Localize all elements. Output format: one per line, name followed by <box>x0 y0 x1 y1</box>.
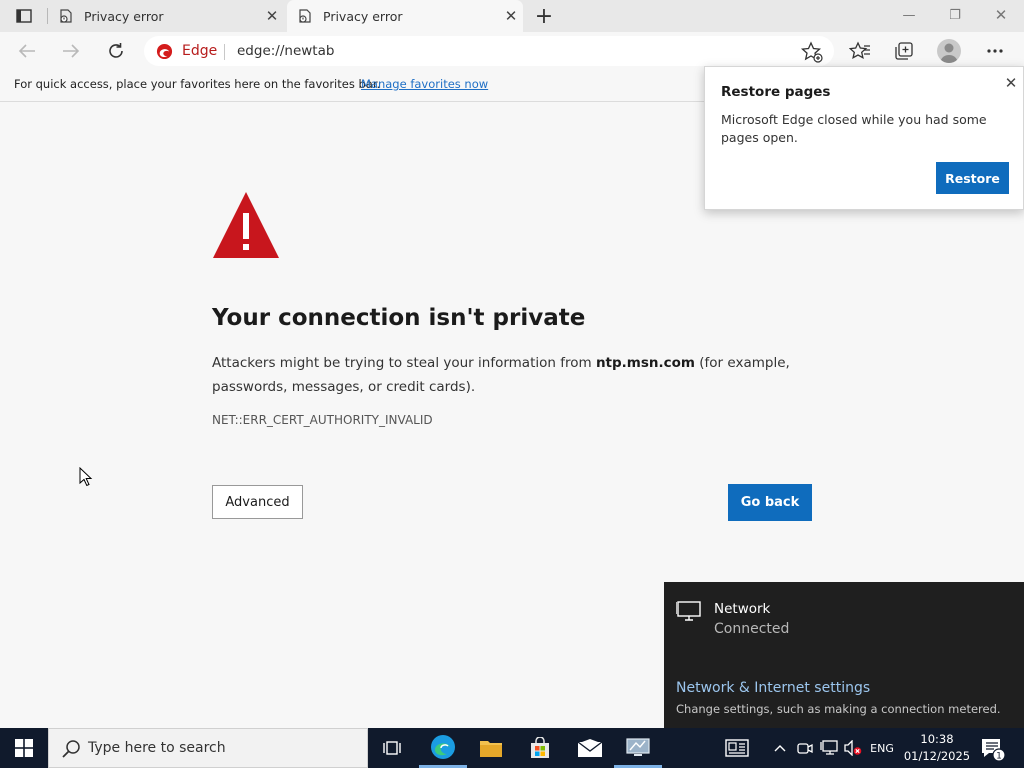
microsoft-store-icon[interactable] <box>516 728 564 768</box>
network-wired-icon <box>676 601 701 621</box>
tab-privacy-error-1[interactable]: Privacy error ✕ <box>48 0 284 32</box>
tab-title: Privacy error <box>84 8 164 24</box>
broken-lock-icon <box>299 9 311 23</box>
file-explorer-icon[interactable] <box>467 728 515 768</box>
more-options-icon[interactable] <box>982 38 1008 64</box>
clock-time: 10:38 <box>920 732 954 746</box>
go-back-button[interactable]: Go back <box>728 484 812 521</box>
popup-close-icon[interactable]: ✕ <box>1001 73 1021 93</box>
broken-lock-icon <box>60 9 72 23</box>
address-separator <box>224 44 225 60</box>
tab-close-icon[interactable]: ✕ <box>499 4 523 28</box>
network-name[interactable]: Network <box>714 601 770 617</box>
collections-icon[interactable] <box>891 38 917 64</box>
restore-popup-message: Microsoft Edge closed while you had some… <box>721 112 987 145</box>
meet-now-icon[interactable] <box>795 728 815 768</box>
remote-desktop-icon[interactable] <box>614 728 662 768</box>
forward-arrow-icon[interactable] <box>56 36 86 66</box>
network-flyout: Network Connected Network & Internet set… <box>664 582 1024 728</box>
news-widget-icon[interactable] <box>720 728 754 768</box>
edge-logo-icon <box>156 43 173 60</box>
tab-privacy-error-2[interactable]: Privacy error ✕ <box>287 0 523 32</box>
add-favorite-icon[interactable] <box>800 40 824 64</box>
restore-pages-popup: Restore pages ✕ Microsoft Edge closed wh… <box>704 66 1024 210</box>
restore-window-icon[interactable]: ❐ <box>932 0 978 30</box>
refresh-icon[interactable] <box>101 36 131 66</box>
error-desc-text: Attackers might be trying to steal your … <box>212 355 596 371</box>
error-code: NET::ERR_CERT_AUTHORITY_INVALID <box>212 413 433 427</box>
address-bar[interactable]: Edge edge://newtab <box>144 36 834 66</box>
network-status: Connected <box>714 621 790 637</box>
language-indicator[interactable]: ENG <box>868 728 896 768</box>
edge-taskbar-icon[interactable] <box>419 728 467 768</box>
restore-popup-title: Restore pages <box>721 84 831 100</box>
restore-button[interactable]: Restore <box>936 162 1009 194</box>
notification-count: 1 <box>996 752 1002 762</box>
network-settings-link[interactable]: Network & Internet settings <box>676 680 870 696</box>
edge-brand-label: Edge <box>182 43 218 59</box>
error-description: Attackers might be trying to steal your … <box>212 351 822 399</box>
tab-title: Privacy error <box>323 8 403 24</box>
back-arrow-icon[interactable] <box>12 36 42 66</box>
show-hidden-icons-chevron-up-icon[interactable] <box>770 728 790 768</box>
error-heading: Your connection isn't private <box>212 305 586 331</box>
tab-actions-icon[interactable] <box>8 4 40 28</box>
taskbar-clock[interactable]: 10:38 01/12/2025 <box>900 731 974 765</box>
network-tray-icon[interactable] <box>818 728 840 768</box>
favorites-bar-message: For quick access, place your favorites h… <box>14 77 381 91</box>
search-icon <box>62 740 80 758</box>
tab-close-icon[interactable]: ✕ <box>260 4 284 28</box>
new-tab-icon[interactable]: + <box>530 3 558 29</box>
taskbar: Type here to search ENG 10:38 01/12/2025 <box>0 728 1024 768</box>
mouse-cursor-icon <box>79 467 93 487</box>
title-bar: Privacy error ✕ Privacy error ✕ + — ❐ ✕ <box>0 0 1024 32</box>
search-placeholder: Type here to search <box>88 740 226 756</box>
close-window-icon[interactable]: ✕ <box>978 0 1024 30</box>
task-view-icon[interactable] <box>368 728 416 768</box>
windows-start-icon[interactable] <box>0 728 48 768</box>
error-domain: ntp.msn.com <box>595 355 695 371</box>
favorites-icon[interactable] <box>847 38 873 64</box>
taskbar-search-box[interactable]: Type here to search <box>48 728 368 768</box>
network-settings-description: Change settings, such as making a connec… <box>676 702 1001 716</box>
volume-muted-icon[interactable] <box>842 728 864 768</box>
manage-favorites-link[interactable]: Manage favorites now <box>361 77 488 91</box>
notifications-icon[interactable]: 1 <box>980 736 1006 762</box>
clock-date: 01/12/2025 <box>903 749 971 763</box>
minimize-icon[interactable]: — <box>886 0 932 30</box>
advanced-button[interactable]: Advanced <box>212 485 303 519</box>
mail-icon[interactable] <box>566 728 614 768</box>
url-text[interactable]: edge://newtab <box>237 43 334 59</box>
profile-avatar-icon[interactable] <box>937 39 961 63</box>
warning-triangle-icon <box>213 192 279 258</box>
browser-toolbar: Edge edge://newtab <box>0 32 1024 70</box>
